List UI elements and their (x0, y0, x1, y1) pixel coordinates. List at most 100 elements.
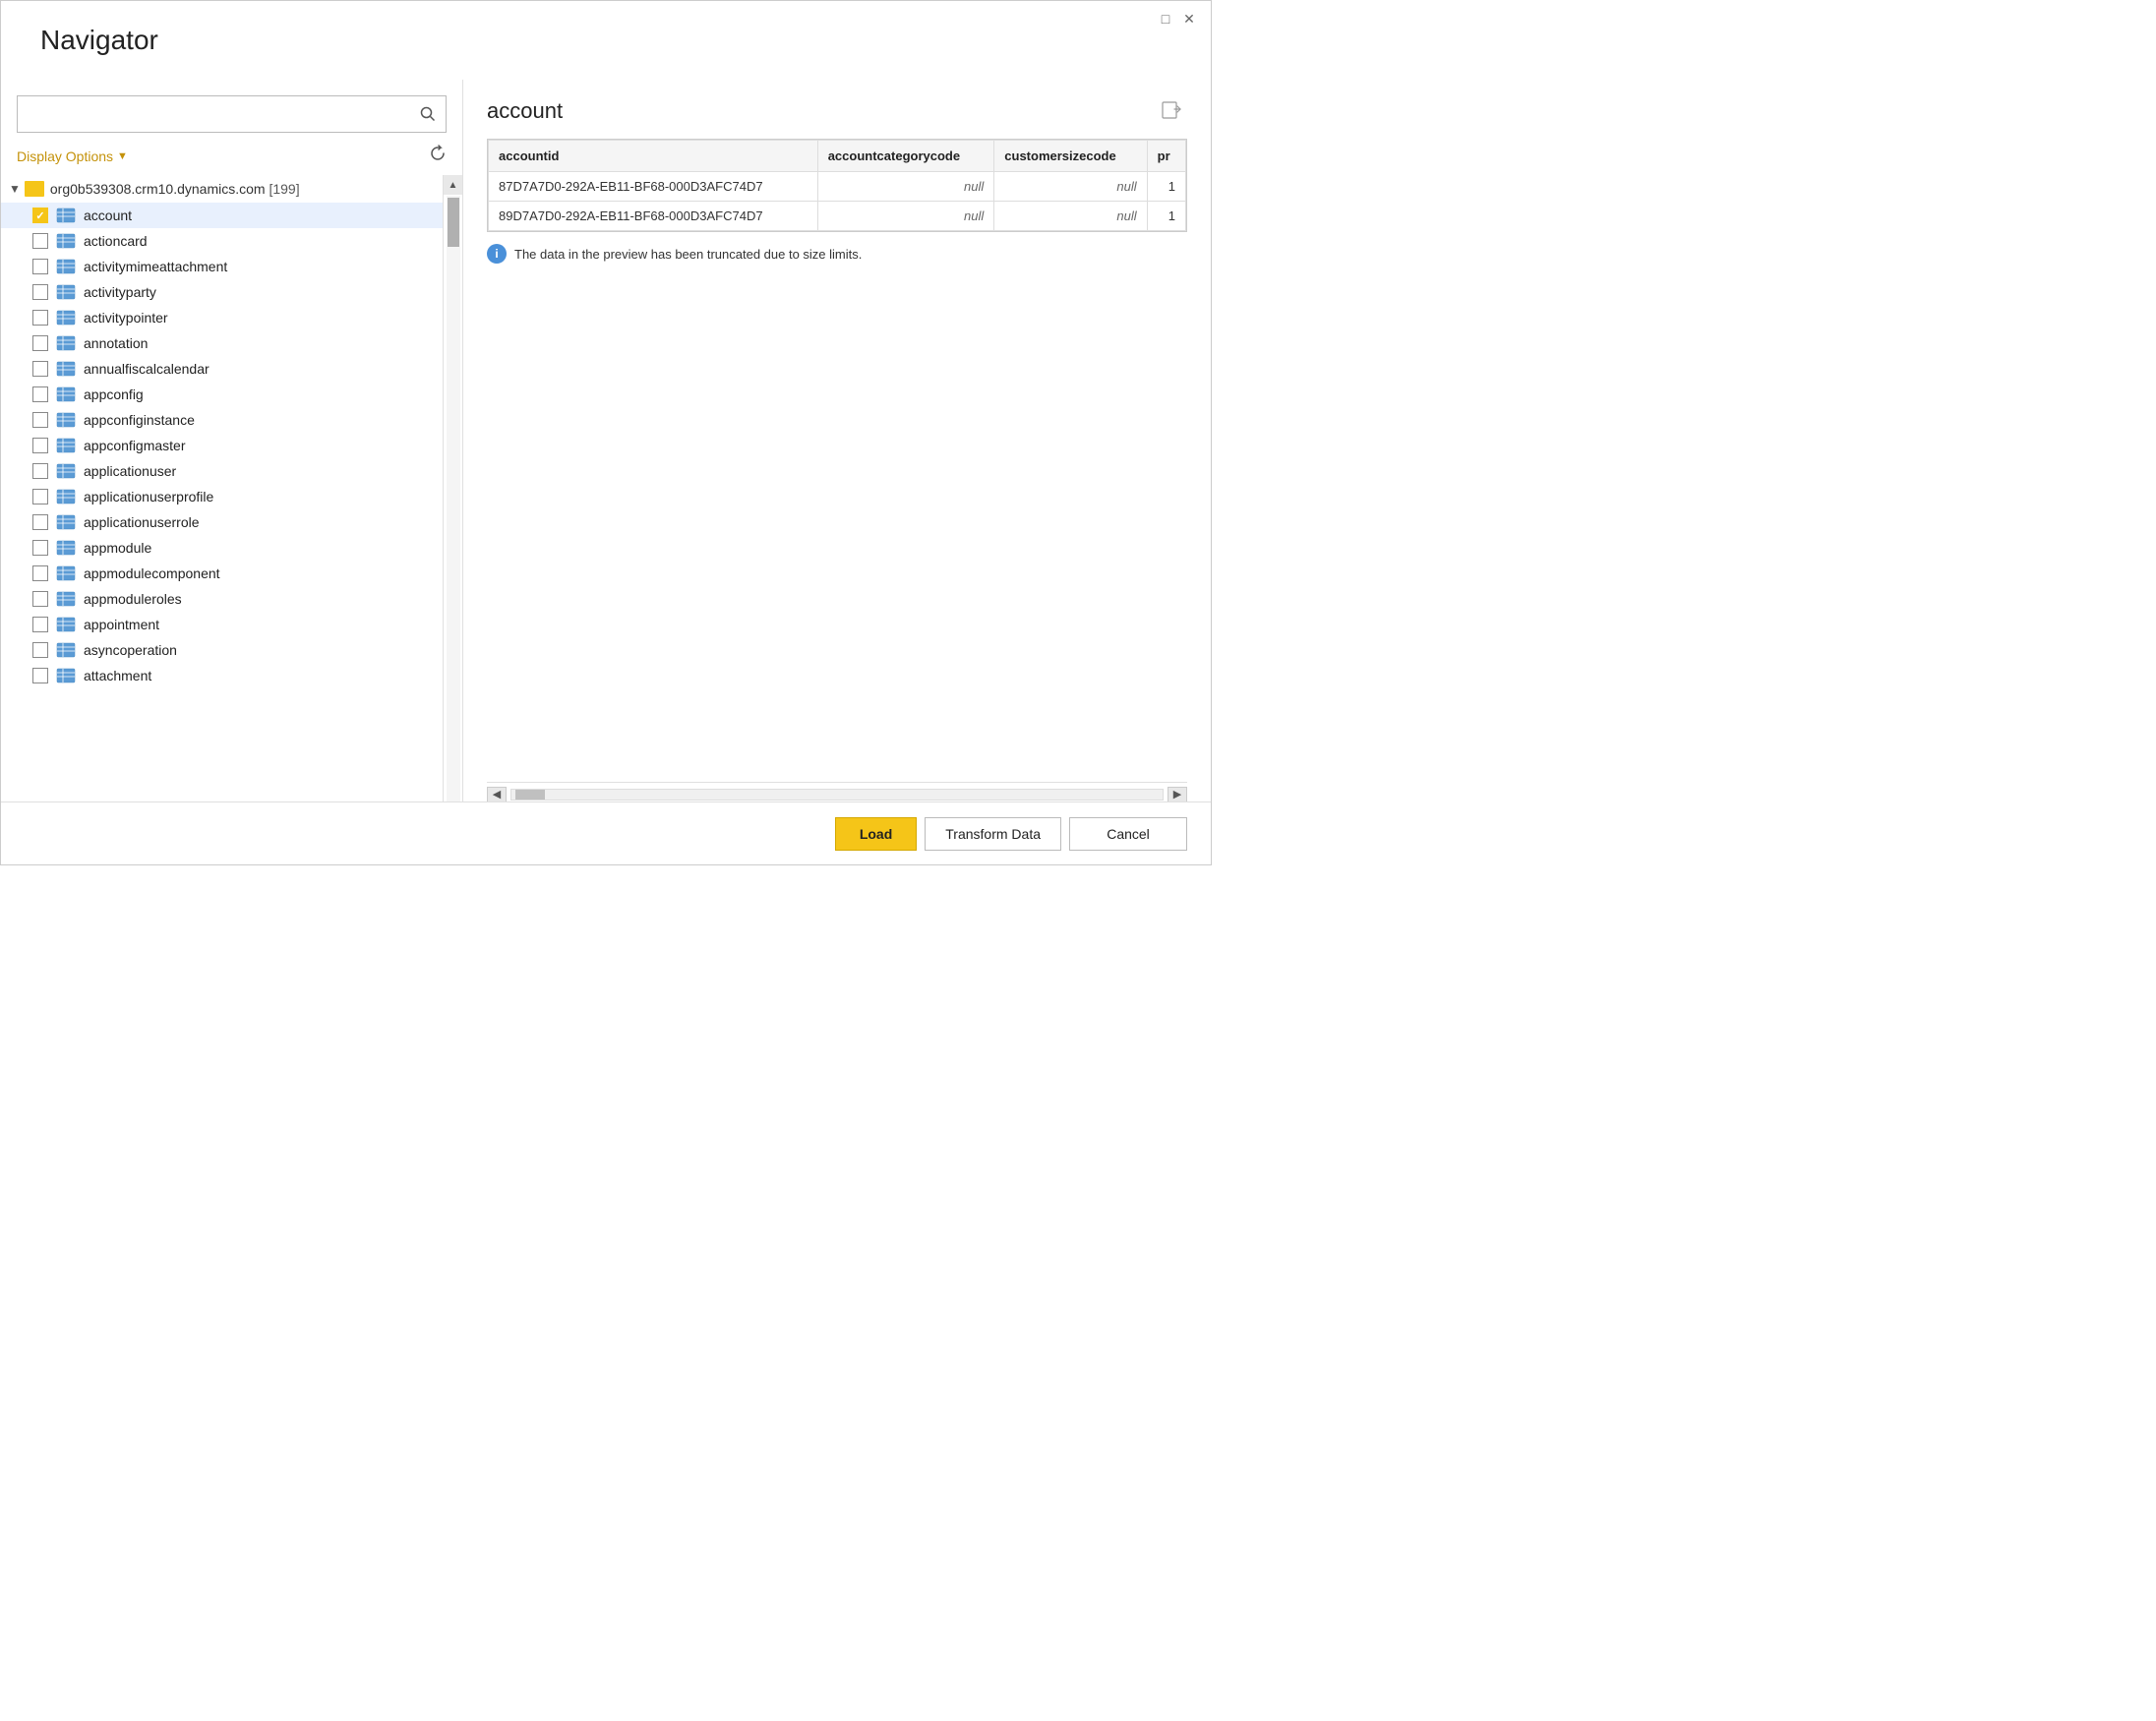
checkbox[interactable] (32, 668, 48, 683)
folder-row[interactable]: ▼ org0b539308.crm10.dynamics.com [199] (1, 175, 443, 203)
checkbox[interactable] (32, 208, 48, 223)
checkbox[interactable] (32, 514, 48, 530)
table-column-header: accountid (489, 141, 818, 172)
tree-item-row[interactable]: appointment (1, 612, 443, 637)
scroll-thumb[interactable] (448, 198, 459, 247)
scroll-up-button[interactable]: ▲ (444, 175, 463, 195)
checkbox[interactable] (32, 233, 48, 249)
tree-item-row[interactable]: attachment (1, 663, 443, 688)
display-options-label: Display Options (17, 148, 113, 164)
checkbox[interactable] (32, 259, 48, 274)
table-icon (56, 284, 76, 300)
tree-item-row[interactable]: applicationuserrole (1, 509, 443, 535)
main-layout: Display Options ▼ ▼ org0b539308.crm10.dy… (1, 80, 1211, 864)
table-icon (56, 668, 76, 683)
display-options-button[interactable]: Display Options ▼ (17, 148, 128, 164)
tree-item-row[interactable]: applicationuserprofile (1, 484, 443, 509)
tree-item-row[interactable]: appconfigmaster (1, 433, 443, 458)
checkbox[interactable] (32, 642, 48, 658)
checkbox[interactable] (32, 591, 48, 607)
h-scroll-track (510, 789, 1164, 801)
tree-item-row[interactable]: actioncard (1, 228, 443, 254)
data-table: accountidaccountcategorycodecustomersize… (488, 140, 1186, 231)
checkbox[interactable] (32, 438, 48, 453)
tree-item-label: applicationuser (84, 463, 176, 479)
tree-item-row[interactable]: activitypointer (1, 305, 443, 330)
tree-item-label: annotation (84, 335, 148, 351)
tree-item-row[interactable]: appmoduleroles (1, 586, 443, 612)
tree-item-row[interactable]: activityparty (1, 279, 443, 305)
table-icon (56, 591, 76, 607)
tree-item-row[interactable]: account (1, 203, 443, 228)
cancel-button[interactable]: Cancel (1069, 817, 1187, 851)
refresh-icon[interactable] (429, 145, 447, 167)
tree-area: ▼ org0b539308.crm10.dynamics.com [199] a… (1, 175, 462, 864)
tree-item-label: annualfiscalcalendar (84, 361, 210, 377)
truncate-notice: i The data in the preview has been trunc… (487, 244, 1187, 264)
scroll-track (447, 196, 460, 844)
h-scroll-thumb[interactable] (515, 790, 545, 800)
table-cell: null (817, 172, 994, 202)
table-icon (56, 617, 76, 632)
tree-item-label: appmodule (84, 540, 151, 556)
tree-item-row[interactable]: annualfiscalcalendar (1, 356, 443, 382)
table-icon (56, 310, 76, 326)
close-button[interactable]: ✕ (1179, 9, 1199, 29)
table-body: 87D7A7D0-292A-EB11-BF68-000D3AFC74D7null… (489, 172, 1186, 231)
tree-item-row[interactable]: asyncoperation (1, 637, 443, 663)
tree-item-label: appmoduleroles (84, 591, 182, 607)
tree-list: ▼ org0b539308.crm10.dynamics.com [199] a… (1, 175, 443, 864)
collapse-triangle-icon: ▼ (9, 182, 21, 196)
transform-data-button[interactable]: Transform Data (925, 817, 1061, 851)
tree-item-row[interactable]: appmodulecomponent (1, 561, 443, 586)
tree-item-label: activitypointer (84, 310, 168, 326)
preview-refresh-button[interactable] (1156, 95, 1187, 127)
table-cell: 87D7A7D0-292A-EB11-BF68-000D3AFC74D7 (489, 172, 818, 202)
minimize-button[interactable]: □ (1156, 9, 1175, 29)
checkbox[interactable] (32, 284, 48, 300)
table-icon (56, 540, 76, 556)
checkbox[interactable] (32, 617, 48, 632)
display-options-row: Display Options ▼ (17, 145, 447, 167)
checkbox[interactable] (32, 361, 48, 377)
tree-item-label: appconfigmaster (84, 438, 186, 453)
tree-item-label: appmodulecomponent (84, 565, 220, 581)
scroll-right-button[interactable]: ▶ (1168, 787, 1187, 802)
table-icon (56, 489, 76, 504)
tree-item-row[interactable]: appconfig (1, 382, 443, 407)
tree-item-label: attachment (84, 668, 151, 683)
checkbox[interactable] (32, 463, 48, 479)
tree-item-row[interactable]: activitymimeattachment (1, 254, 443, 279)
search-button[interactable] (410, 96, 446, 132)
horizontal-scrollbar: ◀ ▶ (487, 782, 1187, 801)
table-icon (56, 361, 76, 377)
tree-item-row[interactable]: applicationuser (1, 458, 443, 484)
checkbox[interactable] (32, 489, 48, 504)
titlebar: □ ✕ (1144, 1, 1211, 36)
table-cell: 1 (1147, 172, 1185, 202)
table-column-header: pr (1147, 141, 1185, 172)
bottom-bar: Load Transform Data Cancel (1, 801, 1211, 864)
checkbox[interactable] (32, 310, 48, 326)
table-row: 87D7A7D0-292A-EB11-BF68-000D3AFC74D7null… (489, 172, 1186, 202)
tree-item-row[interactable]: appmodule (1, 535, 443, 561)
checkbox[interactable] (32, 412, 48, 428)
table-cell: null (994, 202, 1147, 231)
table-cell: null (817, 202, 994, 231)
preview-title: account (487, 98, 563, 124)
scroll-left-button[interactable]: ◀ (487, 787, 507, 802)
tree-item-row[interactable]: appconfiginstance (1, 407, 443, 433)
folder-label: org0b539308.crm10.dynamics.com [199] (50, 181, 300, 197)
checkbox[interactable] (32, 386, 48, 402)
search-input[interactable] (18, 98, 410, 130)
checkbox[interactable] (32, 565, 48, 581)
checkbox[interactable] (32, 335, 48, 351)
checkbox[interactable] (32, 540, 48, 556)
table-header: accountidaccountcategorycodecustomersize… (489, 141, 1186, 172)
table-cell: null (994, 172, 1147, 202)
tree-item-label: actioncard (84, 233, 148, 249)
table-icon (56, 463, 76, 479)
table-column-header: customersizecode (994, 141, 1147, 172)
load-button[interactable]: Load (835, 817, 917, 851)
tree-item-row[interactable]: annotation (1, 330, 443, 356)
